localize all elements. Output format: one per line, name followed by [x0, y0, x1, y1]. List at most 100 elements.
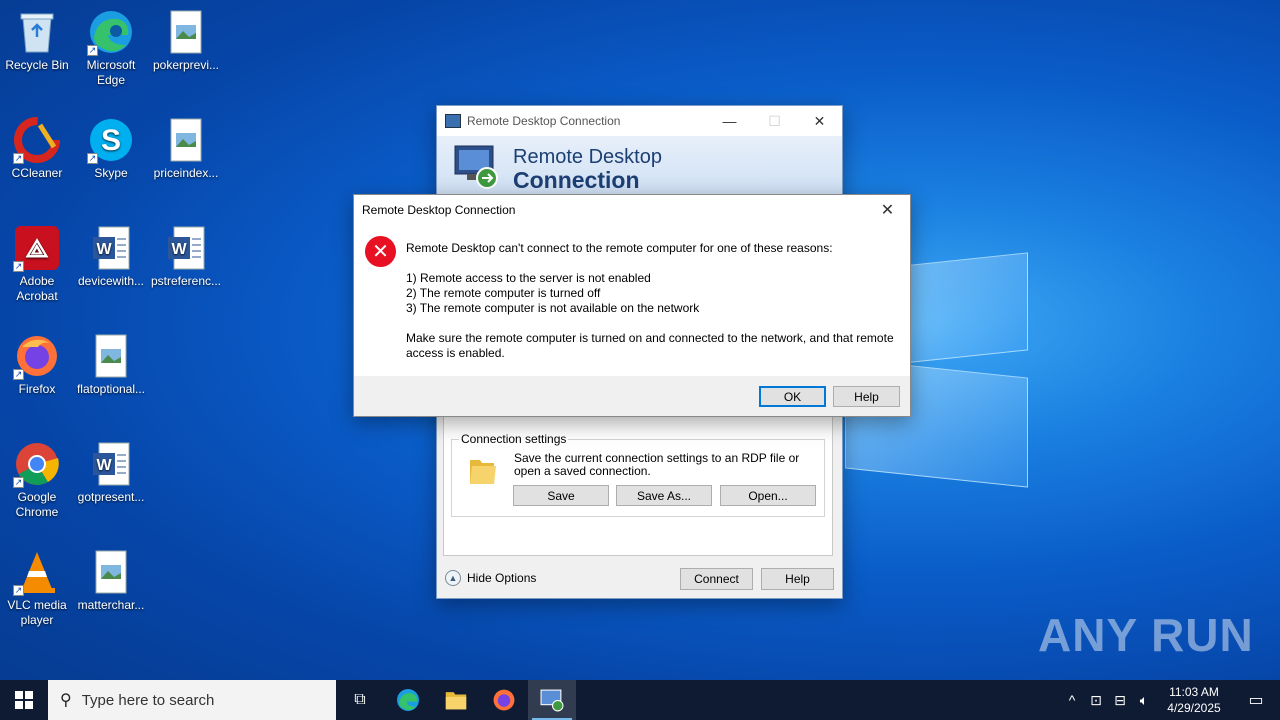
- taskbar-firefox[interactable]: [480, 680, 528, 720]
- taskbar-search-box[interactable]: ⚲ Type here to search: [48, 680, 336, 720]
- desktop-icon-google-chrome[interactable]: ↗ Google Chrome: [0, 440, 74, 520]
- error-help-button[interactable]: Help: [833, 386, 900, 407]
- notification-icon: ▭: [1248, 692, 1264, 709]
- desktop-icon-label: matterchar...: [77, 598, 145, 612]
- desktop-icon-flatoptional[interactable]: flatoptional...: [74, 332, 148, 397]
- watermark-text: ANY RUN: [1038, 609, 1254, 661]
- desktop-icon-ccleaner[interactable]: ↗ CCleaner: [0, 116, 74, 181]
- taskbar-file-explorer[interactable]: [432, 680, 480, 720]
- hide-options-toggle[interactable]: ▲ Hide Options: [445, 570, 536, 586]
- desktop-icon-label: CCleaner: [11, 166, 63, 180]
- chevron-up-icon[interactable]: ^: [1060, 692, 1084, 708]
- desktop-icon-pstreferenc[interactable]: W pstreferenc...: [149, 224, 223, 289]
- desktop-icon-matterchar[interactable]: matterchar...: [74, 548, 148, 613]
- svg-text:W: W: [96, 241, 112, 258]
- image-file-icon: [87, 548, 135, 596]
- desktop-icon-label: pstreferenc...: [150, 274, 222, 288]
- rdc-titlebar: Remote Desktop Connection — ☐ ✕: [437, 106, 842, 136]
- error-dialog-title: Remote Desktop Connection: [362, 203, 516, 217]
- error-message: Remote Desktop can't connect to the remo…: [406, 241, 833, 255]
- folder-icon: [445, 692, 467, 710]
- desktop-icon-label: VLC media player: [7, 598, 67, 627]
- image-file-icon: [87, 332, 135, 380]
- word-doc-icon: W: [162, 224, 210, 272]
- desktop-icon-label: gotpresent...: [77, 490, 145, 504]
- svg-text:W: W: [171, 241, 187, 258]
- ccleaner-icon: ↗: [13, 116, 61, 164]
- edge-icon: [397, 689, 419, 711]
- rdc-options-panel: Connection settings Save the current con…: [443, 406, 833, 556]
- clock[interactable]: 11:03 AM 4/29/2025: [1156, 684, 1232, 716]
- desktop-icon-pokerprevi[interactable]: pokerprevi...: [149, 8, 223, 73]
- open-button[interactable]: Open...: [720, 485, 816, 506]
- help-button[interactable]: Help: [761, 568, 834, 590]
- desktop-icon-firefox[interactable]: ↗ Firefox: [0, 332, 74, 397]
- save-button[interactable]: Save: [513, 485, 609, 506]
- chevron-up-icon: ▲: [445, 570, 461, 586]
- ok-button[interactable]: OK: [759, 386, 826, 407]
- rdc-banner: Remote Desktop Connection: [437, 136, 842, 194]
- hide-options-label: Hide Options: [467, 571, 537, 585]
- desktop-icon-label: Skype: [94, 166, 128, 180]
- volume-icon[interactable]: 🔈︎: [1132, 692, 1156, 709]
- error-dialog-titlebar: Remote Desktop Connection ✕: [354, 195, 910, 225]
- taskbar-remote-desktop[interactable]: [528, 680, 576, 720]
- firefox-icon: [493, 689, 515, 711]
- desktop-icon-vlc[interactable]: ↗ VLC media player: [0, 548, 74, 628]
- error-reason-1: 1) Remote access to the server is not en…: [406, 271, 651, 285]
- chrome-icon: ↗: [13, 440, 61, 488]
- error-advice: Make sure the remote computer is turned …: [406, 331, 894, 360]
- desktop-icon-priceindex[interactable]: priceindex...: [149, 116, 223, 181]
- word-doc-icon: W: [87, 440, 135, 488]
- desktop-icon-edge[interactable]: ↗ Microsoft Edge: [74, 8, 148, 88]
- task-view-button[interactable]: ⧉: [336, 680, 384, 720]
- anyrun-watermark: ANY RUN: [1038, 608, 1254, 662]
- image-file-icon: [162, 8, 210, 56]
- meet-now-icon[interactable]: ⊡: [1084, 692, 1108, 709]
- error-reason-2: 2) The remote computer is turned off: [406, 286, 601, 300]
- connection-settings-description: Save the current connection settings to …: [514, 451, 800, 478]
- word-doc-icon: W: [87, 224, 135, 272]
- desktop-icon-label: Firefox: [18, 382, 56, 396]
- desktop-icon-devicewith[interactable]: W devicewith...: [74, 224, 148, 289]
- error-icon: ✕: [365, 236, 396, 267]
- desktop-icon-label: flatoptional...: [76, 382, 146, 396]
- desktop-icon-label: Recycle Bin: [5, 58, 69, 72]
- edge-icon: ↗: [87, 8, 135, 56]
- vlc-icon: ↗: [13, 548, 61, 596]
- taskbar: ⚲ Type here to search ⧉ ^ ⊡ ⊟ 🔈︎ 11:03 A…: [0, 680, 1280, 720]
- windows-logo-icon: [15, 691, 33, 709]
- desktop-icon-label: pokerprevi...: [152, 58, 220, 72]
- skype-icon: S ↗: [87, 116, 135, 164]
- remote-desktop-icon: [540, 689, 564, 712]
- firefox-icon: ↗: [13, 332, 61, 380]
- desktop-icon-label: Adobe Acrobat: [16, 274, 58, 303]
- desktop-icon-recycle-bin[interactable]: Recycle Bin: [0, 8, 74, 73]
- rdc-app-icon: [445, 114, 461, 128]
- desktop-icon-adobe-acrobat[interactable]: ⟁ ↗ Adobe Acrobat: [0, 224, 74, 304]
- desktop-icon-gotpresent[interactable]: W gotpresent...: [74, 440, 148, 505]
- clock-time: 11:03 AM: [1169, 685, 1219, 699]
- minimize-button[interactable]: —: [707, 106, 752, 136]
- desktop-icon-label: Google Chrome: [15, 490, 59, 519]
- desktop-icon-skype[interactable]: S ↗ Skype: [74, 116, 148, 181]
- task-view-icon: ⧉: [354, 691, 366, 708]
- start-button[interactable]: [0, 680, 48, 720]
- close-button[interactable]: ✕: [797, 106, 842, 136]
- clock-date: 4/29/2025: [1167, 701, 1221, 715]
- error-dialog: Remote Desktop Connection ✕ ✕ Remote Des…: [353, 194, 911, 417]
- error-close-button[interactable]: ✕: [865, 195, 910, 225]
- banner-title-line2: Connection: [513, 167, 640, 193]
- maximize-button[interactable]: ☐: [752, 106, 797, 136]
- rdc-title: Remote Desktop Connection: [467, 114, 621, 128]
- connect-button[interactable]: Connect: [680, 568, 753, 590]
- desktop-icon-label: devicewith...: [77, 274, 145, 288]
- notifications-button[interactable]: ▭: [1232, 680, 1280, 720]
- error-reason-3: 3) The remote computer is not available …: [406, 301, 700, 315]
- network-icon[interactable]: ⊟: [1108, 692, 1132, 709]
- search-icon: ⚲: [60, 692, 72, 709]
- taskbar-edge[interactable]: [384, 680, 432, 720]
- error-dialog-footer: OK Help: [354, 376, 910, 416]
- save-as-button[interactable]: Save As...: [616, 485, 712, 506]
- image-file-icon: [162, 116, 210, 164]
